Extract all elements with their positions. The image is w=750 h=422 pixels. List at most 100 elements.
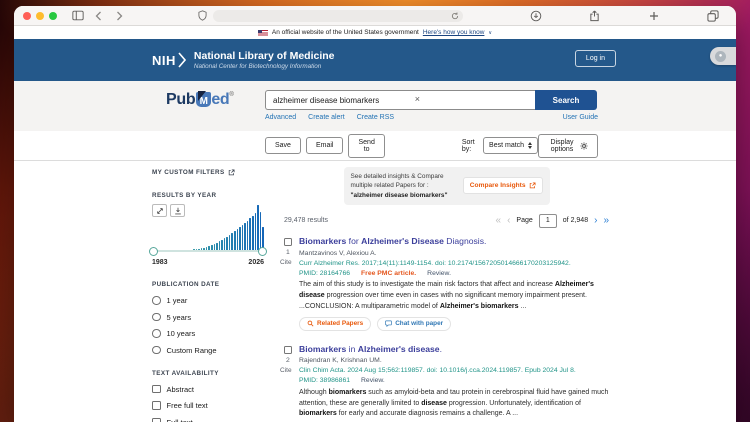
year-slider-handle-start[interactable] <box>149 247 158 256</box>
new-tab-icon[interactable] <box>646 9 661 23</box>
page-number-input[interactable] <box>538 213 557 228</box>
year-bar[interactable] <box>241 225 244 251</box>
send-to-button[interactable]: Send to <box>348 133 385 158</box>
year-bar[interactable] <box>257 205 259 251</box>
browser-toolbar <box>14 6 736 26</box>
page-label: Page <box>516 217 533 225</box>
sort-select[interactable]: Best match <box>483 137 539 154</box>
email-button[interactable]: Email <box>305 137 344 154</box>
extension-pill[interactable]: ● <box>710 47 736 65</box>
year-bar[interactable] <box>259 212 262 251</box>
search-button[interactable]: Search <box>535 90 597 110</box>
year-bar[interactable] <box>254 212 257 251</box>
back-icon[interactable] <box>91 9 106 23</box>
login-button[interactable]: Log in <box>574 50 616 67</box>
result-authors: Rajendran K, Krishnan UM. <box>299 357 382 365</box>
radio-control[interactable] <box>152 329 161 338</box>
pubdate-option-10-years[interactable]: 10 years <box>152 329 264 338</box>
result-checkbox[interactable] <box>284 345 292 354</box>
tab-overview-icon[interactable] <box>705 9 720 23</box>
download-chart-button[interactable] <box>170 204 185 217</box>
check-control[interactable] <box>152 401 161 410</box>
textavail-option-full-text[interactable]: Full text <box>152 418 264 422</box>
year-bar[interactable] <box>228 235 231 251</box>
user-guide-link[interactable]: User Guide <box>563 114 598 121</box>
first-page-icon[interactable]: « <box>496 215 502 226</box>
year-bar[interactable] <box>226 236 228 251</box>
year-slider-track[interactable] <box>152 250 264 252</box>
year-bar[interactable] <box>234 231 236 251</box>
pagination: « ‹ Page of 2,948 › » <box>496 213 609 228</box>
radio-control[interactable] <box>152 345 161 355</box>
share-icon[interactable] <box>587 9 602 23</box>
create-rss-link[interactable]: Create RSS <box>357 114 394 121</box>
year-bar[interactable] <box>244 223 246 251</box>
advanced-link[interactable]: Advanced <box>265 114 296 121</box>
review-label[interactable]: Review. <box>427 270 451 277</box>
result-title-link[interactable]: Biomarkers for Alzheimer's Disease Diagn… <box>299 236 609 247</box>
us-flag-icon <box>257 29 268 36</box>
close-window-button[interactable] <box>23 11 31 20</box>
pubmed-logo[interactable]: Pub M ed ® <box>166 91 265 109</box>
result-index: 2 <box>286 356 290 364</box>
option-label: Abstract <box>166 384 195 394</box>
radio-control[interactable] <box>152 296 161 305</box>
sidebar-toggle-icon[interactable] <box>70 9 85 23</box>
textavail-option-abstract[interactable]: Abstract <box>152 385 264 394</box>
zoom-window-button[interactable] <box>49 11 57 20</box>
nih-logo[interactable]: NIH <box>152 52 186 68</box>
result-checkbox[interactable] <box>284 237 292 246</box>
results-toolbar: Save Email Send to Sort by: Best match D… <box>14 131 736 161</box>
expand-chart-button[interactable] <box>152 204 167 217</box>
forward-icon[interactable] <box>112 9 127 23</box>
radio-control[interactable] <box>152 312 161 322</box>
prev-page-icon[interactable]: ‹ <box>507 215 510 226</box>
chat-with-paper-button[interactable]: Chat with paper <box>377 316 452 331</box>
result-item: 1 Cite Biomarkers for Alzheimer's Diseas… <box>280 236 609 331</box>
sort-arrows-icon <box>528 142 533 149</box>
option-label: 10 years <box>166 329 196 338</box>
year-bar[interactable] <box>251 216 254 251</box>
year-slider-handle-end[interactable] <box>258 247 267 256</box>
option-label: Full text <box>166 417 193 422</box>
next-page-icon[interactable]: › <box>594 215 597 226</box>
nlm-title[interactable]: National Library of Medicine <box>194 50 335 63</box>
publication-date-label: PUBLICATION DATE <box>152 281 220 288</box>
clear-search-icon[interactable]: × <box>415 94 420 104</box>
result-title-link[interactable]: Biomarkers in Alzheimer's disease. <box>299 344 609 355</box>
downloads-icon[interactable] <box>528 9 543 23</box>
year-bar[interactable] <box>239 227 241 251</box>
year-bar[interactable] <box>236 229 239 251</box>
results-by-year-chart <box>149 204 267 256</box>
year-bar[interactable] <box>249 218 251 251</box>
display-options-button[interactable]: Display options <box>538 133 598 158</box>
related-papers-button[interactable]: Related Papers <box>299 316 372 331</box>
pubdate-option-5-years[interactable]: 5 years <box>152 313 264 322</box>
pubdate-option-custom-range[interactable]: Custom Range <box>152 346 264 355</box>
year-bar[interactable] <box>231 233 233 251</box>
address-bar[interactable] <box>213 9 463 22</box>
cite-button[interactable]: Cite <box>280 259 292 266</box>
privacy-shield-icon[interactable] <box>195 9 210 23</box>
result-item: 2 Cite Biomarkers in Alzheimer's disease… <box>280 344 609 422</box>
compare-insights-button[interactable]: Compare Insights <box>462 177 543 195</box>
last-page-icon[interactable]: » <box>603 215 609 226</box>
option-label: 5 years <box>166 312 192 322</box>
cite-button[interactable]: Cite <box>280 367 292 374</box>
text-availability-label: TEXT AVAILABILITY <box>152 369 219 377</box>
extension-icon: ● <box>715 50 726 62</box>
create-alert-link[interactable]: Create alert <box>308 114 345 121</box>
year-bar[interactable] <box>246 220 249 251</box>
pubdate-option-1-year[interactable]: 1 year <box>152 296 264 305</box>
search-input[interactable] <box>265 90 535 110</box>
ncbi-subtitle: National Center for Biotechnology Inform… <box>193 63 322 71</box>
check-control[interactable] <box>152 384 161 394</box>
minimize-window-button[interactable] <box>36 11 44 20</box>
how-you-know-link[interactable]: Here's how you know <box>423 29 485 36</box>
reload-icon[interactable] <box>451 12 459 20</box>
check-control[interactable] <box>152 417 161 422</box>
my-custom-filters[interactable]: MY CUSTOM FILTERS <box>152 169 264 176</box>
save-button[interactable]: Save <box>265 137 301 154</box>
review-label[interactable]: Review. <box>361 377 385 384</box>
textavail-option-free-full-text[interactable]: Free full text <box>152 401 264 410</box>
